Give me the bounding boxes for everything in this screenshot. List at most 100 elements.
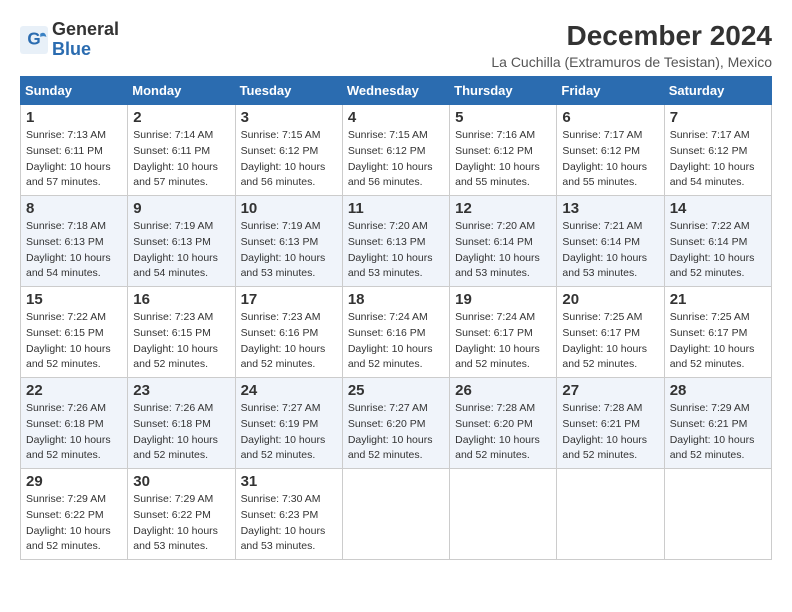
day-number: 21 bbox=[670, 291, 766, 308]
calendar-cell bbox=[342, 469, 449, 560]
day-info: Sunrise: 7:24 AM Sunset: 6:16 PM Dayligh… bbox=[348, 310, 444, 373]
calendar-cell: 12 Sunrise: 7:20 AM Sunset: 6:14 PM Dayl… bbox=[450, 196, 557, 287]
day-number: 19 bbox=[455, 291, 551, 308]
calendar-week-row: 22 Sunrise: 7:26 AM Sunset: 6:18 PM Dayl… bbox=[21, 378, 772, 469]
calendar-cell: 29 Sunrise: 7:29 AM Sunset: 6:22 PM Dayl… bbox=[21, 469, 128, 560]
day-number: 29 bbox=[26, 473, 122, 490]
day-number: 17 bbox=[241, 291, 337, 308]
day-number: 31 bbox=[241, 473, 337, 490]
day-number: 1 bbox=[26, 109, 122, 126]
day-number: 4 bbox=[348, 109, 444, 126]
day-info: Sunrise: 7:24 AM Sunset: 6:17 PM Dayligh… bbox=[455, 310, 551, 373]
calendar-cell: 20 Sunrise: 7:25 AM Sunset: 6:17 PM Dayl… bbox=[557, 287, 664, 378]
day-info: Sunrise: 7:27 AM Sunset: 6:19 PM Dayligh… bbox=[241, 401, 337, 464]
day-info: Sunrise: 7:23 AM Sunset: 6:16 PM Dayligh… bbox=[241, 310, 337, 373]
calendar-cell: 3 Sunrise: 7:15 AM Sunset: 6:12 PM Dayli… bbox=[235, 105, 342, 196]
calendar-cell bbox=[450, 469, 557, 560]
column-header-monday: Monday bbox=[128, 77, 235, 105]
calendar-cell: 24 Sunrise: 7:27 AM Sunset: 6:19 PM Dayl… bbox=[235, 378, 342, 469]
calendar-cell: 10 Sunrise: 7:19 AM Sunset: 6:13 PM Dayl… bbox=[235, 196, 342, 287]
calendar-cell: 4 Sunrise: 7:15 AM Sunset: 6:12 PM Dayli… bbox=[342, 105, 449, 196]
calendar-cell: 15 Sunrise: 7:22 AM Sunset: 6:15 PM Dayl… bbox=[21, 287, 128, 378]
day-number: 8 bbox=[26, 200, 122, 217]
day-info: Sunrise: 7:14 AM Sunset: 6:11 PM Dayligh… bbox=[133, 128, 229, 191]
title-block: December 2024 La Cuchilla (Extramuros de… bbox=[491, 20, 772, 70]
logo-general-text: General bbox=[52, 19, 119, 39]
calendar-cell bbox=[557, 469, 664, 560]
calendar-cell: 5 Sunrise: 7:16 AM Sunset: 6:12 PM Dayli… bbox=[450, 105, 557, 196]
day-info: Sunrise: 7:29 AM Sunset: 6:22 PM Dayligh… bbox=[133, 492, 229, 555]
logo-blue-text: Blue bbox=[52, 39, 91, 59]
day-number: 14 bbox=[670, 200, 766, 217]
day-info: Sunrise: 7:18 AM Sunset: 6:13 PM Dayligh… bbox=[26, 219, 122, 282]
calendar-cell: 2 Sunrise: 7:14 AM Sunset: 6:11 PM Dayli… bbox=[128, 105, 235, 196]
day-number: 27 bbox=[562, 382, 658, 399]
calendar-cell: 26 Sunrise: 7:28 AM Sunset: 6:20 PM Dayl… bbox=[450, 378, 557, 469]
column-header-wednesday: Wednesday bbox=[342, 77, 449, 105]
calendar-cell: 30 Sunrise: 7:29 AM Sunset: 6:22 PM Dayl… bbox=[128, 469, 235, 560]
day-info: Sunrise: 7:29 AM Sunset: 6:21 PM Dayligh… bbox=[670, 401, 766, 464]
day-number: 25 bbox=[348, 382, 444, 399]
day-info: Sunrise: 7:17 AM Sunset: 6:12 PM Dayligh… bbox=[670, 128, 766, 191]
day-info: Sunrise: 7:27 AM Sunset: 6:20 PM Dayligh… bbox=[348, 401, 444, 464]
day-number: 12 bbox=[455, 200, 551, 217]
logo-icon: G bbox=[20, 26, 48, 54]
day-info: Sunrise: 7:17 AM Sunset: 6:12 PM Dayligh… bbox=[562, 128, 658, 191]
day-number: 16 bbox=[133, 291, 229, 308]
calendar-cell: 9 Sunrise: 7:19 AM Sunset: 6:13 PM Dayli… bbox=[128, 196, 235, 287]
day-number: 20 bbox=[562, 291, 658, 308]
calendar-cell: 19 Sunrise: 7:24 AM Sunset: 6:17 PM Dayl… bbox=[450, 287, 557, 378]
day-info: Sunrise: 7:28 AM Sunset: 6:20 PM Dayligh… bbox=[455, 401, 551, 464]
column-header-saturday: Saturday bbox=[664, 77, 771, 105]
day-number: 10 bbox=[241, 200, 337, 217]
day-info: Sunrise: 7:13 AM Sunset: 6:11 PM Dayligh… bbox=[26, 128, 122, 191]
day-info: Sunrise: 7:15 AM Sunset: 6:12 PM Dayligh… bbox=[348, 128, 444, 191]
calendar-cell: 17 Sunrise: 7:23 AM Sunset: 6:16 PM Dayl… bbox=[235, 287, 342, 378]
calendar-cell: 13 Sunrise: 7:21 AM Sunset: 6:14 PM Dayl… bbox=[557, 196, 664, 287]
calendar-cell: 28 Sunrise: 7:29 AM Sunset: 6:21 PM Dayl… bbox=[664, 378, 771, 469]
calendar-cell: 16 Sunrise: 7:23 AM Sunset: 6:15 PM Dayl… bbox=[128, 287, 235, 378]
calendar-header-row: SundayMondayTuesdayWednesdayThursdayFrid… bbox=[21, 77, 772, 105]
day-info: Sunrise: 7:19 AM Sunset: 6:13 PM Dayligh… bbox=[241, 219, 337, 282]
calendar-week-row: 29 Sunrise: 7:29 AM Sunset: 6:22 PM Dayl… bbox=[21, 469, 772, 560]
calendar-cell: 6 Sunrise: 7:17 AM Sunset: 6:12 PM Dayli… bbox=[557, 105, 664, 196]
location-subtitle: La Cuchilla (Extramuros de Tesistan), Me… bbox=[491, 54, 772, 70]
day-number: 7 bbox=[670, 109, 766, 126]
calendar-cell: 27 Sunrise: 7:28 AM Sunset: 6:21 PM Dayl… bbox=[557, 378, 664, 469]
day-info: Sunrise: 7:28 AM Sunset: 6:21 PM Dayligh… bbox=[562, 401, 658, 464]
calendar-cell: 25 Sunrise: 7:27 AM Sunset: 6:20 PM Dayl… bbox=[342, 378, 449, 469]
day-info: Sunrise: 7:21 AM Sunset: 6:14 PM Dayligh… bbox=[562, 219, 658, 282]
day-info: Sunrise: 7:26 AM Sunset: 6:18 PM Dayligh… bbox=[26, 401, 122, 464]
calendar-week-row: 8 Sunrise: 7:18 AM Sunset: 6:13 PM Dayli… bbox=[21, 196, 772, 287]
day-info: Sunrise: 7:20 AM Sunset: 6:14 PM Dayligh… bbox=[455, 219, 551, 282]
day-number: 28 bbox=[670, 382, 766, 399]
day-info: Sunrise: 7:25 AM Sunset: 6:17 PM Dayligh… bbox=[562, 310, 658, 373]
calendar-week-row: 15 Sunrise: 7:22 AM Sunset: 6:15 PM Dayl… bbox=[21, 287, 772, 378]
day-number: 22 bbox=[26, 382, 122, 399]
day-number: 5 bbox=[455, 109, 551, 126]
column-header-thursday: Thursday bbox=[450, 77, 557, 105]
day-info: Sunrise: 7:29 AM Sunset: 6:22 PM Dayligh… bbox=[26, 492, 122, 555]
day-number: 23 bbox=[133, 382, 229, 399]
day-number: 2 bbox=[133, 109, 229, 126]
day-info: Sunrise: 7:20 AM Sunset: 6:13 PM Dayligh… bbox=[348, 219, 444, 282]
day-number: 24 bbox=[241, 382, 337, 399]
calendar-cell: 23 Sunrise: 7:26 AM Sunset: 6:18 PM Dayl… bbox=[128, 378, 235, 469]
day-number: 15 bbox=[26, 291, 122, 308]
day-info: Sunrise: 7:30 AM Sunset: 6:23 PM Dayligh… bbox=[241, 492, 337, 555]
day-number: 13 bbox=[562, 200, 658, 217]
day-info: Sunrise: 7:25 AM Sunset: 6:17 PM Dayligh… bbox=[670, 310, 766, 373]
calendar-table: SundayMondayTuesdayWednesdayThursdayFrid… bbox=[20, 76, 772, 560]
column-header-sunday: Sunday bbox=[21, 77, 128, 105]
logo: G General Blue bbox=[20, 20, 119, 60]
calendar-cell bbox=[664, 469, 771, 560]
calendar-week-row: 1 Sunrise: 7:13 AM Sunset: 6:11 PM Dayli… bbox=[21, 105, 772, 196]
calendar-cell: 22 Sunrise: 7:26 AM Sunset: 6:18 PM Dayl… bbox=[21, 378, 128, 469]
day-number: 11 bbox=[348, 200, 444, 217]
day-info: Sunrise: 7:23 AM Sunset: 6:15 PM Dayligh… bbox=[133, 310, 229, 373]
day-number: 30 bbox=[133, 473, 229, 490]
calendar-cell: 14 Sunrise: 7:22 AM Sunset: 6:14 PM Dayl… bbox=[664, 196, 771, 287]
day-number: 26 bbox=[455, 382, 551, 399]
day-number: 9 bbox=[133, 200, 229, 217]
day-number: 3 bbox=[241, 109, 337, 126]
